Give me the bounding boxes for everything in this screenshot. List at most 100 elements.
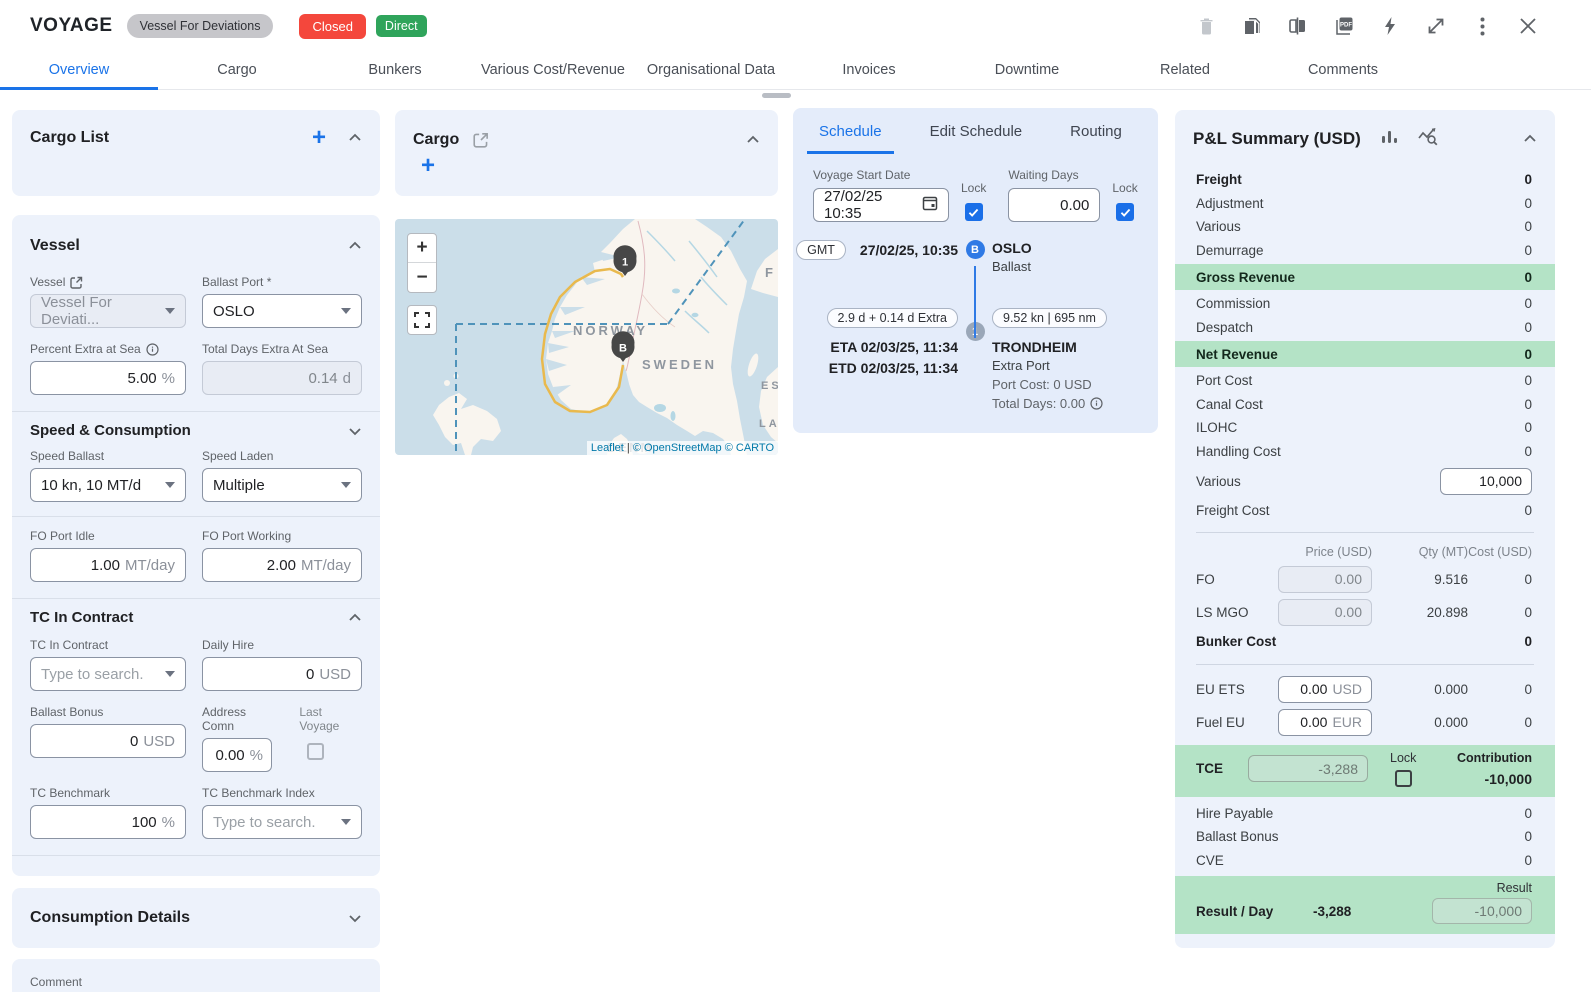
map-zoom-in-button[interactable]: + — [408, 234, 436, 263]
fo-port-working-input[interactable]: 2.00MT/day — [202, 548, 362, 582]
pnl-value: 0 — [1524, 397, 1532, 412]
pnl-label: Commission — [1196, 296, 1270, 311]
tab-schedule[interactable]: Schedule — [813, 108, 888, 154]
copy-icon[interactable] — [1241, 15, 1263, 37]
chevron-up-icon[interactable] — [348, 131, 362, 145]
open-cargo-icon[interactable] — [473, 132, 489, 148]
port2-name: TRONDHEIM — [992, 339, 1158, 355]
tce-lock-checkbox[interactable] — [1395, 770, 1412, 787]
tab-bunkers[interactable]: Bunkers — [316, 52, 474, 89]
speed-ballast-select[interactable]: 10 kn, 10 MT/d — [30, 468, 186, 502]
timezone-chip[interactable]: GMT — [796, 240, 846, 260]
pnl-value: 0 — [1524, 634, 1532, 649]
voyage-map[interactable]: NORWAY SWEDEN F ES LA DENM 1 B — [395, 219, 778, 455]
pnl-value: 0 — [1524, 444, 1532, 459]
tab-cargo[interactable]: Cargo — [158, 52, 316, 89]
external-link-icon[interactable] — [70, 276, 83, 289]
bar-chart-icon[interactable] — [1381, 129, 1398, 150]
waiting-days-input[interactable]: 0.00 — [1008, 188, 1100, 222]
contribution-value: -10,000 — [1457, 771, 1532, 787]
pnl-title: P&L Summary (USD) — [1193, 129, 1361, 149]
waiting-days-field: Waiting Days 0.00 — [1008, 168, 1100, 222]
eu-ets-row: EU ETS 0.00USD 0.000 0 — [1175, 673, 1555, 706]
daily-hire-input[interactable]: 0USD — [202, 657, 362, 691]
panel-drag-handle[interactable] — [762, 93, 791, 98]
tab-downtime[interactable]: Downtime — [948, 52, 1106, 89]
pnl-label: Net Revenue — [1196, 347, 1278, 362]
add-cargo-row-button[interactable]: + — [421, 152, 435, 179]
tab-routing[interactable]: Routing — [1064, 108, 1128, 154]
various-cost-input[interactable]: 10,000 — [1440, 468, 1532, 495]
expand-icon[interactable] — [1425, 15, 1447, 37]
map-zoom-out-button[interactable]: − — [408, 263, 436, 292]
calendar-icon[interactable] — [922, 195, 938, 215]
last-voyage-checkbox[interactable] — [307, 743, 324, 760]
lock-label: Lock — [1112, 181, 1137, 195]
pnl-label: Freight — [1196, 172, 1242, 187]
chevron-up-icon[interactable] — [348, 239, 362, 253]
fo-port-idle-input[interactable]: 1.00MT/day — [30, 548, 186, 582]
topbar-actions: PDF — [1195, 15, 1561, 37]
analytics-icon[interactable] — [1418, 128, 1438, 151]
leaflet-link[interactable]: Leaflet — [591, 442, 624, 454]
address-comn-input[interactable]: 0.00% — [202, 738, 272, 772]
port2-days: Total Days: 0.00 — [992, 396, 1085, 411]
vessel-label: Vessel — [30, 275, 65, 289]
chevron-up-icon[interactable] — [1523, 132, 1537, 146]
fuel-eu-input[interactable]: 0.00EUR — [1278, 709, 1372, 736]
total-days-extra-field: Total Days Extra At Sea 0.14d — [202, 342, 362, 395]
eu-ets-input[interactable]: 0.00USD — [1278, 676, 1372, 703]
fo-port-idle-field: FO Port Idle 1.00MT/day — [30, 529, 186, 582]
map-fullscreen-button[interactable] — [407, 305, 437, 335]
vessel-field: Vessel Vessel For Deviati... — [30, 275, 186, 328]
tab-overview[interactable]: Overview — [0, 52, 158, 89]
tc-benchmark-index-select[interactable]: Type to search. — [202, 805, 362, 839]
waiting-days-label: Waiting Days — [1008, 168, 1078, 182]
cargo-panel-title: Cargo — [413, 131, 459, 149]
bunker-row-fo: FO 0.00 9.516 0 — [1175, 563, 1555, 596]
lightning-icon[interactable] — [1379, 15, 1401, 37]
waiting-days-lock: Lock — [1112, 181, 1137, 222]
tab-invoices[interactable]: Invoices — [790, 52, 948, 89]
pdf-export-icon[interactable]: PDF — [1333, 15, 1355, 37]
voyage-start-date-label: Voyage Start Date — [813, 168, 910, 182]
fo-price-input: 0.00 — [1278, 566, 1372, 593]
ballast-bonus-input[interactable]: 0USD — [30, 724, 186, 758]
tc-benchmark-input[interactable]: 100% — [30, 805, 186, 839]
pnl-panel: P&L Summary (USD) Freight0 Adjustment0 V… — [1175, 110, 1555, 948]
tc-contract-select[interactable]: Type to search. — [30, 657, 186, 691]
waiting-days-lock-checkbox[interactable] — [1116, 203, 1134, 221]
pnl-label: CVE — [1196, 853, 1224, 868]
chevron-down-icon[interactable] — [348, 424, 362, 438]
voyage-start-date-input[interactable]: 27/02/25 10:35 — [813, 188, 949, 222]
vessel-select[interactable]: Vessel For Deviati... — [30, 294, 186, 328]
svg-text:1: 1 — [622, 257, 628, 269]
chevron-down-icon[interactable] — [348, 911, 362, 925]
pnl-value: 0 — [1524, 270, 1532, 285]
pnl-value: 0 — [1524, 243, 1532, 258]
osm-link[interactable]: © OpenStreetMap — [633, 442, 722, 454]
delete-icon[interactable] — [1195, 15, 1217, 37]
voyage-start-lock-checkbox[interactable] — [965, 203, 983, 221]
leg-speed-chip: 9.52 kn | 695 nm — [992, 308, 1107, 328]
compare-icon[interactable] — [1287, 15, 1309, 37]
tc-contract-label: TC In Contract — [30, 638, 108, 652]
chevron-up-icon[interactable] — [348, 611, 362, 625]
carto-link[interactable]: © CARTO — [725, 442, 774, 454]
kebab-menu-icon[interactable] — [1471, 15, 1493, 37]
tab-related[interactable]: Related — [1106, 52, 1264, 89]
pnl-value: 0 — [1524, 347, 1532, 362]
tab-comments[interactable]: Comments — [1264, 52, 1422, 89]
fo-port-idle-label: FO Port Idle — [30, 529, 95, 543]
tab-organisational-data[interactable]: Organisational Data — [632, 52, 790, 89]
add-cargo-button[interactable]: + — [312, 128, 326, 148]
percent-extra-input[interactable]: 5.00% — [30, 361, 186, 395]
percent-extra-field: Percent Extra at Sea 5.00% — [30, 342, 186, 395]
close-icon[interactable] — [1517, 15, 1539, 37]
svg-text:PDF: PDF — [1340, 23, 1352, 29]
tab-various-cost-revenue[interactable]: Various Cost/Revenue — [474, 52, 632, 89]
speed-laden-select[interactable]: Multiple — [202, 468, 362, 502]
tab-edit-schedule[interactable]: Edit Schedule — [924, 108, 1029, 154]
ballast-port-select[interactable]: OSLO — [202, 294, 362, 328]
chevron-up-icon[interactable] — [746, 133, 760, 147]
